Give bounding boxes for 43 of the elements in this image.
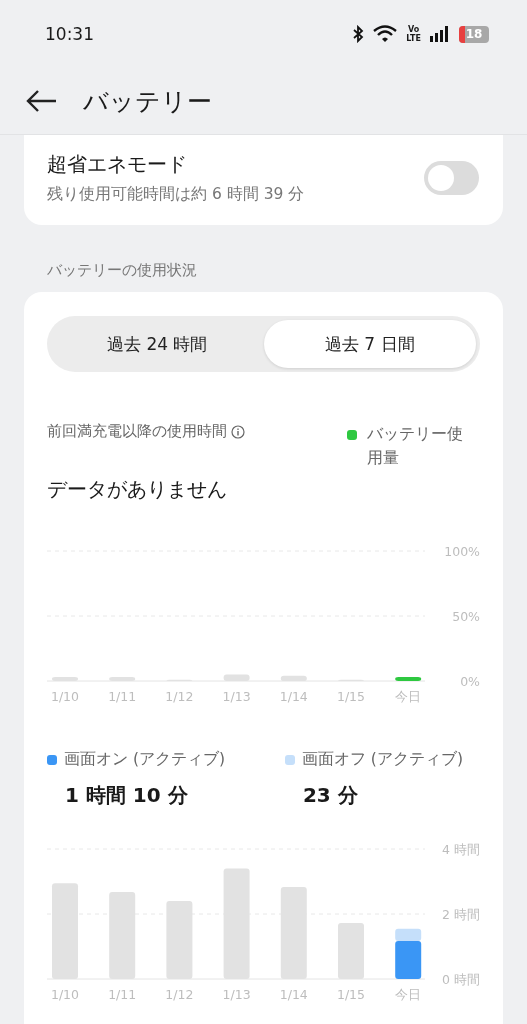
axis-tick-label: 1/10 [50,689,80,704]
axis-tick-label: 1/13 [222,987,251,1002]
back-icon[interactable] [25,89,57,113]
page-title: バッテリー [83,85,212,118]
axis-tick-label: 今日 [395,689,422,704]
axis-tick-label: 1/12 [165,987,194,1002]
axis-tick-label: 1/14 [279,987,308,1002]
setting-title: 超省エネモード [47,151,188,178]
battery-indicator: 18 [459,25,489,43]
period-tab[interactable]: 過去 7 日間 [263,320,476,368]
status-time: 10:31 [45,24,94,44]
volte-label: Vo LTE [406,25,421,43]
axis-tick-label: 1/12 [165,689,194,704]
axis-tick-label: 今日 [395,987,422,1002]
usage-time: 1 時間 10 分 [64,782,189,809]
info-icon[interactable] [231,425,245,439]
legend-label: 画面オン (アクティブ) [64,749,226,770]
axis-tick-label: 0 時間 [442,972,480,987]
axis-tick-label: 1/11 [108,987,137,1002]
chart-caption: 前回満充電以降の使用時間 [47,422,227,441]
signal-icon [430,26,450,42]
chart-bar [395,677,422,681]
axis-tick-label: 2 時間 [442,907,480,922]
axis-tick-label: 0% [460,674,480,689]
axis-tick-label: 1/10 [50,987,80,1002]
section-label: バッテリーの使用状況 [46,260,198,281]
setting-subtitle: 残り使用可能時間は約 6 時間 39 分 [47,184,305,205]
axis-tick-label: 1/13 [222,689,251,704]
bluetooth-icon [352,25,365,43]
axis-tick-label: 1/11 [108,689,137,704]
axis-tick-label: 50% [452,609,480,624]
legend-label: バッテリー使用量 [367,424,464,469]
axis-tick-label: 100% [444,544,480,559]
axis-tick-label: 1/15 [336,689,366,704]
legend-label: 画面オフ (アクティブ) [301,749,463,770]
toggle-switch[interactable] [424,161,479,195]
axis-tick-label: 4 時間 [442,842,480,857]
axis-tick-label: 1/14 [279,689,308,704]
period-tab[interactable]: 過去 24 時間 [51,320,264,368]
no-data-message: データがありません [46,476,228,503]
wifi-icon [373,25,398,43]
usage-time: 23 分 [301,782,359,809]
axis-tick-label: 1/15 [336,987,366,1002]
